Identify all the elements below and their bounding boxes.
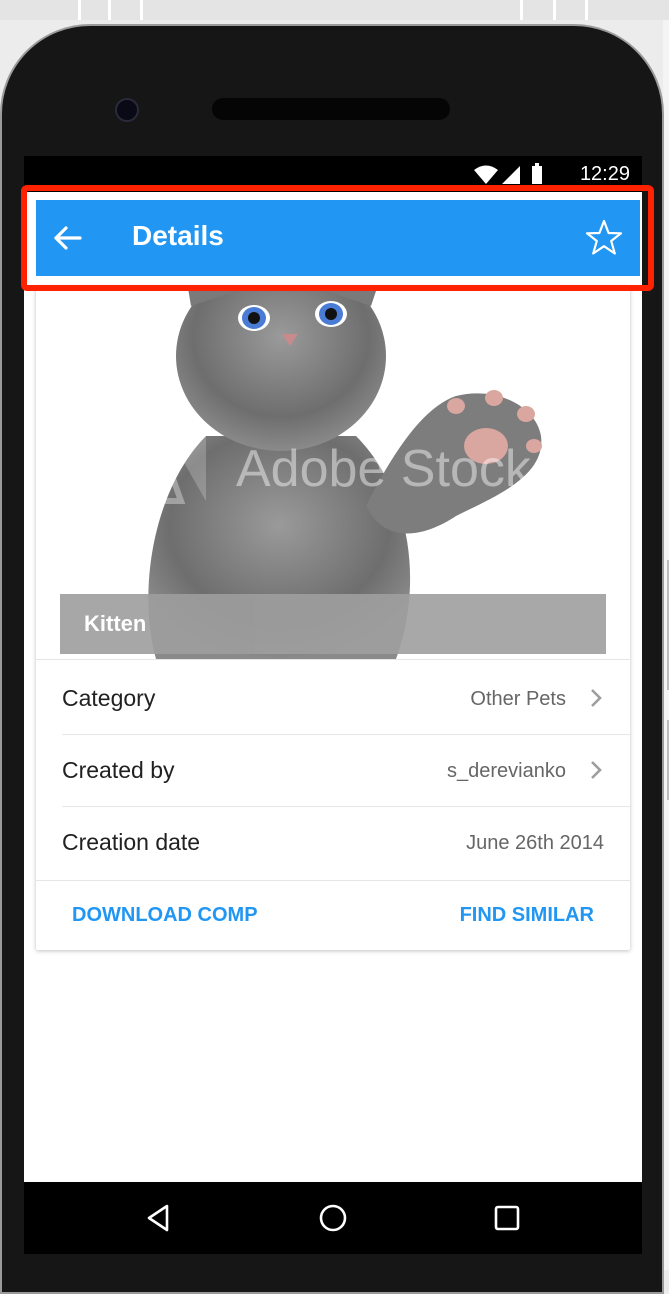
image-caption-bar: Kitten xyxy=(60,594,606,654)
detail-row-creation-date: Creation date June 26th 2014 xyxy=(36,806,630,878)
find-similar-button[interactable]: FIND SIMILAR xyxy=(460,904,594,927)
detail-row-created-by[interactable]: Created by s_derevianko xyxy=(36,734,630,806)
details-card: Adobe Stock Kitten Category Other Pets C… xyxy=(36,286,630,950)
chevron-right-icon xyxy=(591,689,602,707)
detail-value: s_derevianko xyxy=(447,760,566,782)
image-caption: Kitten xyxy=(84,611,147,636)
square-recents-icon[interactable] xyxy=(491,1202,523,1234)
kitten-photo[interactable]: Adobe Stock Kitten xyxy=(36,286,630,659)
highlight-outline xyxy=(21,185,654,291)
chevron-right-icon xyxy=(591,761,602,779)
detail-label: Category xyxy=(62,685,156,711)
detail-label: Created by xyxy=(62,757,175,783)
device-screen: 12:29 Details Adobe Stock Kitten Categor… xyxy=(24,156,642,1254)
earpiece-speaker xyxy=(212,98,450,120)
front-camera xyxy=(115,98,139,122)
navigation-bar xyxy=(24,1182,642,1254)
detail-value: Other Pets xyxy=(470,688,566,710)
detail-row-category[interactable]: Category Other Pets xyxy=(36,662,630,734)
status-time: 12:29 xyxy=(579,163,630,185)
detail-value: June 26th 2014 xyxy=(466,832,604,854)
card-actions: DOWNLOAD COMP FIND SIMILAR xyxy=(36,878,630,950)
top-strip xyxy=(0,0,669,20)
triangle-back-icon[interactable] xyxy=(143,1202,175,1234)
status-icons xyxy=(474,163,542,184)
watermark-text: Adobe Stock xyxy=(236,440,532,498)
circle-home-icon[interactable] xyxy=(317,1202,349,1234)
download-comp-button[interactable]: DOWNLOAD COMP xyxy=(72,904,258,927)
detail-label: Creation date xyxy=(62,829,201,855)
divider xyxy=(36,659,630,660)
